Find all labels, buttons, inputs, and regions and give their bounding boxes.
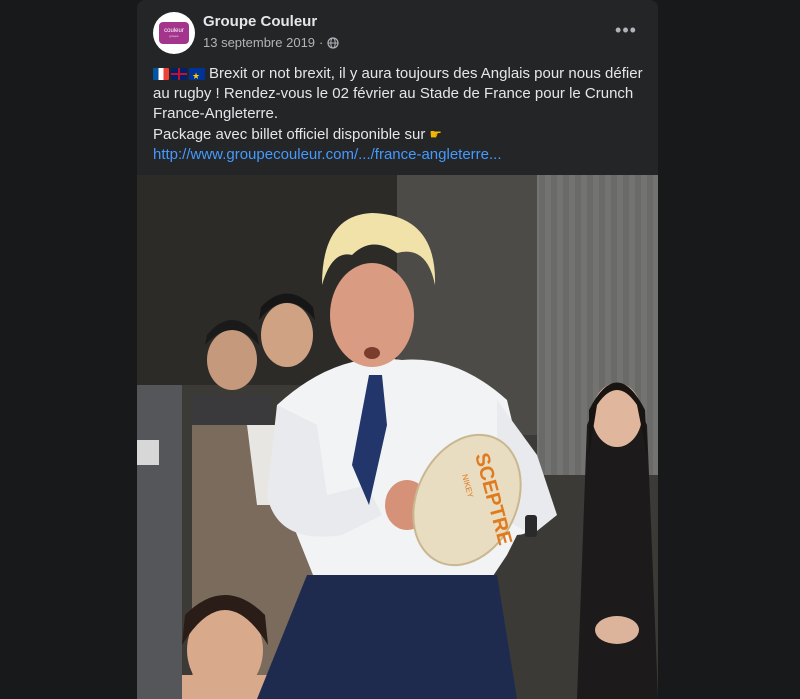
post-photo[interactable]: SCEPTRE NIKEY — [137, 175, 658, 699]
flag-uk-icon — [171, 68, 187, 80]
spectator-left — [137, 385, 182, 699]
post-caption: Brexit or not brexit, il y aura toujours… — [153, 64, 653, 165]
avatar-subtext: groupe — [169, 34, 179, 38]
avatar[interactable]: couleur groupe — [153, 12, 195, 54]
post-meta: 13 septembre 2019 · — [203, 35, 339, 50]
flag-group — [153, 68, 205, 80]
caption-package-text: Package avec billet officiel disponible … — [153, 126, 426, 143]
flag-eu-icon — [189, 68, 205, 80]
caption-text: Brexit or not brexit, il y aura toujours… — [153, 65, 643, 122]
more-options-icon[interactable]: ••• — [610, 18, 642, 42]
spectator-bottom — [182, 595, 272, 699]
brand-logo: couleur groupe — [159, 22, 189, 44]
facebook-post: couleur groupe Groupe Couleur 13 septemb… — [137, 0, 658, 699]
globe-icon — [327, 36, 339, 49]
post-link[interactable]: http://www.groupecouleur.com/.../france-… — [153, 146, 502, 163]
post-header: couleur groupe Groupe Couleur 13 septemb… — [153, 12, 642, 56]
pointing-hand-icon: ☛ — [429, 126, 442, 142]
page-name[interactable]: Groupe Couleur — [203, 13, 317, 30]
meta-separator: · — [319, 35, 324, 50]
flag-france-icon — [153, 68, 169, 80]
post-date[interactable]: 13 septembre 2019 — [203, 35, 315, 50]
spectator-right — [577, 382, 658, 699]
